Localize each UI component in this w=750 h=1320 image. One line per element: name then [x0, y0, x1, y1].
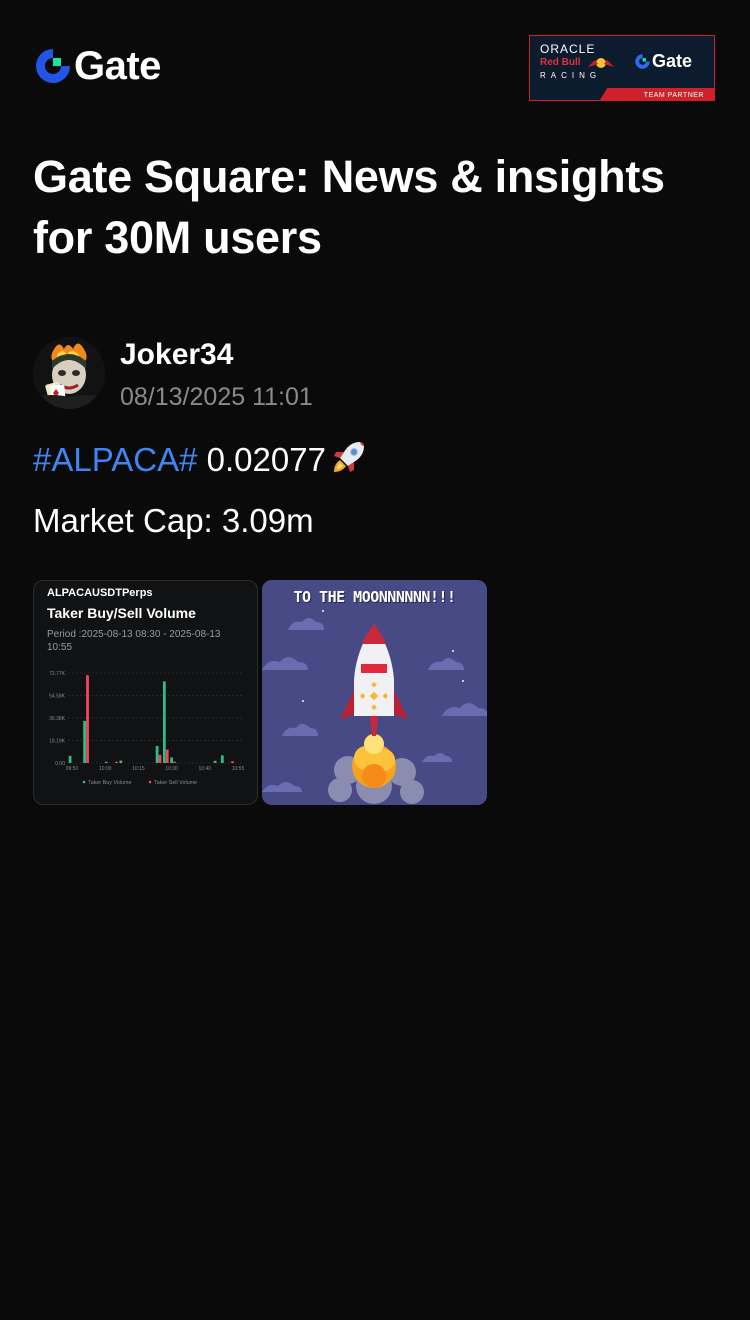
chart-legend-marker: [82, 780, 86, 784]
team-partner-badge[interactable]: ORACLE Red Bull RACING Gate TEAM PARTNER: [529, 35, 715, 101]
page-headline: Gate Square: News & insights for 30M use…: [33, 151, 665, 263]
price-value: 0.02077: [206, 441, 326, 478]
chart-bar-buy: [170, 757, 173, 763]
redbull-text: Red Bull: [540, 57, 581, 68]
chart-ytick-label: 0.00: [55, 761, 65, 767]
chart-bar-buy: [68, 755, 72, 763]
chart-xtick-label: 10:55: [232, 766, 245, 772]
post-text-price: #ALPACA# 0.02077: [33, 438, 368, 482]
chart-legend-label: Taker Sell Volume: [154, 780, 197, 786]
gate-logo-icon: [36, 49, 70, 83]
post-image-meme[interactable]: TO THE MOONNNNNN!!!: [262, 580, 487, 805]
redbull-bulls-icon: [588, 58, 614, 68]
chart-bar-buy: [213, 760, 217, 763]
post-date: 08/13/2025 11:01: [120, 383, 313, 411]
chart-bar-buy: [162, 681, 166, 763]
chart-bar-buy: [155, 745, 159, 763]
post-image-chart[interactable]: 72.77K 54.58K 36.38K 18.19K 0.00 09:50 10:00 10…: [33, 580, 258, 805]
chart-bar-buy: [83, 720, 86, 763]
chart-legend-label: Taker Buy Volume: [88, 780, 131, 786]
chart-period: Period :2025-08-13 08:30 - 2025-08-13 10…: [47, 629, 221, 653]
chart-bar-sell: [158, 754, 162, 763]
hashtag-link[interactable]: #ALPACA#: [33, 441, 197, 478]
chart-xtick-label: 10:30: [165, 766, 178, 772]
page-header: Gate ORACLE Red Bull RACING Gate TEAM PA…: [0, 0, 750, 130]
oracle-text: ORACLE: [540, 42, 596, 56]
racing-text: RACING: [540, 71, 602, 80]
chart-xtick-label: 10:40: [199, 766, 212, 772]
chart-bar-buy: [220, 755, 224, 763]
partner-gate-text: Gate: [652, 51, 693, 71]
chart-ytick-label: 36.38K: [49, 716, 66, 722]
team-partner-text: TEAM PARTNER: [643, 92, 704, 99]
chart-title: Taker Buy/Sell Volume: [47, 605, 196, 621]
partner-gate-logo: Gate: [634, 52, 692, 70]
chart-xtick-label: 10:00: [99, 766, 112, 772]
chart-ytick-label: 54.58K: [49, 694, 66, 700]
rocket-icon: [333, 442, 364, 472]
gate-logo[interactable]: Gate: [33, 46, 161, 86]
chart-xtick-label: 10:15: [132, 766, 145, 772]
chart-bar-sell: [165, 749, 169, 763]
joker-avatar-icon: [33, 337, 105, 409]
meme-caption: TO THE MOONNNNNN!!!: [293, 588, 456, 606]
market-cap-text: Market Cap: 3.09m: [33, 502, 314, 539]
chart-bar-sell: [173, 761, 176, 763]
chart-bar-sell: [115, 761, 118, 763]
chart-bar-sell: [231, 761, 234, 763]
chart-xtick-label: 09:50: [66, 766, 79, 772]
chart-bar-buy: [119, 760, 123, 763]
rocket-launch-image: [262, 580, 487, 805]
chart-ytick-label: 72.77K: [49, 671, 66, 677]
avatar[interactable]: [33, 337, 105, 409]
chart-bar-sell: [86, 675, 89, 763]
chart-ytick-label: 18.19K: [49, 739, 66, 745]
chart-bar-buy: [104, 761, 108, 763]
author-name[interactable]: Joker34: [120, 336, 233, 374]
chart-legend-marker: [148, 780, 152, 784]
gate-logo-text: Gate: [74, 44, 161, 88]
chart-pair: ALPACAUSDTPerps: [47, 587, 153, 599]
gate-logo-small-icon: [635, 53, 650, 69]
